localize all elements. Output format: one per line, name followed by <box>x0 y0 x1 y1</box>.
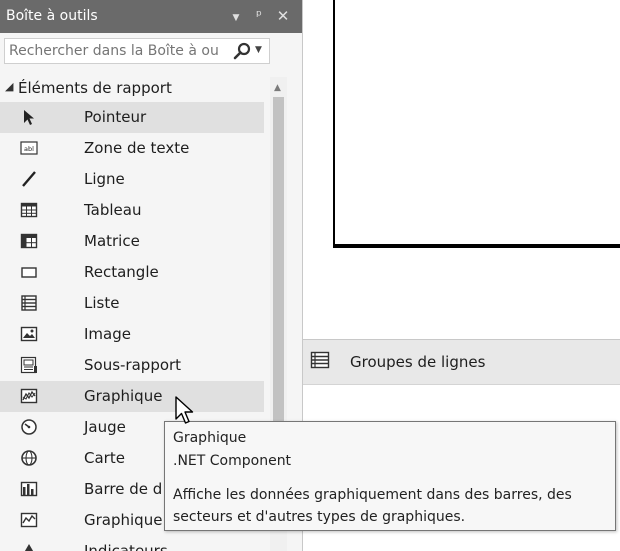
toolbox-header: Boîte à outils ▼ ᵖ ✕ <box>0 0 302 33</box>
databar-icon <box>20 481 38 497</box>
svg-text:abl: abl <box>24 145 34 153</box>
tool-label: Ligne <box>84 170 125 188</box>
rectangle-icon <box>21 267 37 278</box>
close-icon[interactable]: ✕ <box>274 7 292 25</box>
tool-label: Zone de texte <box>84 139 190 157</box>
scroll-up-arrow-icon[interactable]: ▲ <box>274 83 281 93</box>
dropdown-icon[interactable]: ▼ <box>227 9 245 27</box>
table-icon <box>20 202 38 218</box>
subreport-icon <box>20 356 37 374</box>
tooltip-description-line1: Affiche les données graphiquement dans d… <box>173 487 572 503</box>
toolbox-search: ▼ <box>4 38 270 64</box>
collapse-triangle-icon[interactable]: ◢ <box>5 80 13 93</box>
pointer-icon <box>24 110 34 125</box>
tool-label: Tableau <box>84 201 142 219</box>
tool-label: Carte <box>84 449 125 467</box>
tool-label: Graphique <box>84 511 163 529</box>
tool-item-chart[interactable]: Graphique <box>0 381 264 412</box>
matrix-icon <box>20 233 38 249</box>
group-label: Éléments de rapport <box>18 79 172 97</box>
tool-label: Graphique <box>84 387 163 405</box>
search-icon[interactable] <box>233 42 253 60</box>
chart-tooltip: Graphique .NET Component Affiche les don… <box>164 421 616 531</box>
tool-item-matrix[interactable]: Matrice <box>0 226 264 257</box>
tool-label: Jauge <box>84 418 126 436</box>
map-icon <box>21 450 37 466</box>
tool-item-table[interactable]: Tableau <box>0 195 264 226</box>
tool-label: Liste <box>84 294 120 312</box>
tool-label: Image <box>84 325 131 343</box>
gauge-icon <box>21 419 37 435</box>
tool-item-textbox[interactable]: abl Zone de texte <box>0 133 264 164</box>
group-header-report-items[interactable]: ◢ Éléments de rapport <box>0 77 262 101</box>
tool-label: Indicateurs <box>84 542 168 551</box>
tool-label: Rectangle <box>84 263 159 281</box>
report-body-design-surface[interactable] <box>333 0 620 248</box>
toolbox-title: Boîte à outils <box>6 8 98 24</box>
tooltip-title: Graphique <box>173 430 247 446</box>
tool-item-indicator[interactable]: Indicateurs <box>0 536 264 551</box>
tooltip-description-line2: secteurs et d'autres types de graphiques… <box>173 509 466 525</box>
tool-label: Matrice <box>84 232 140 250</box>
row-groups-icon <box>310 351 330 369</box>
textbox-icon: abl <box>20 141 38 155</box>
tool-item-subreport[interactable]: Sous-rapport <box>0 350 264 381</box>
tool-label: Sous-rapport <box>84 356 182 374</box>
pin-icon[interactable]: ᵖ <box>250 7 268 25</box>
tool-item-line[interactable]: Ligne <box>0 164 264 195</box>
sparkline-icon <box>20 512 38 528</box>
chart-icon <box>20 388 38 404</box>
tool-item-list[interactable]: Liste <box>0 288 264 319</box>
tool-label: Pointeur <box>84 108 147 126</box>
row-groups-label: Groupes de lignes <box>350 353 486 371</box>
mouse-cursor-icon <box>175 396 194 424</box>
indicator-icon <box>24 544 34 551</box>
search-options-chevron-down-icon[interactable]: ▼ <box>255 45 262 55</box>
tool-label: Barre de d <box>84 480 163 498</box>
tool-item-pointer[interactable]: Pointeur <box>0 102 264 133</box>
list-icon <box>21 295 37 311</box>
line-icon <box>22 171 36 187</box>
search-input[interactable] <box>5 39 233 63</box>
tooltip-subtitle: .NET Component <box>173 453 292 469</box>
tool-item-rectangle[interactable]: Rectangle <box>0 257 264 288</box>
row-groups-pane: Groupes de lignes <box>303 339 620 385</box>
image-icon <box>20 326 38 342</box>
tool-item-image[interactable]: Image <box>0 319 264 350</box>
